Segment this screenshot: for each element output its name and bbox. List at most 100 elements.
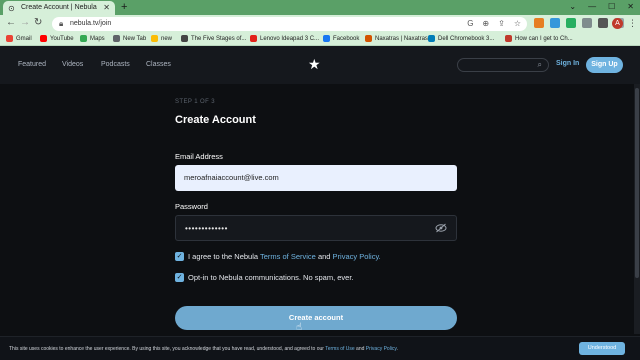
back-icon[interactable]: ←: [6, 17, 16, 28]
step-indicator: STEP 1 OF 3: [175, 99, 215, 105]
optin-checkbox[interactable]: ✓: [175, 273, 184, 282]
bookmark-item[interactable]: Maps: [80, 35, 105, 42]
google-lens-icon[interactable]: G: [467, 19, 473, 28]
cookie-and: and: [354, 346, 366, 352]
tab-close-icon[interactable]: ✕: [103, 3, 110, 12]
email-label: Email Address: [175, 152, 223, 161]
nav-videos[interactable]: Videos: [62, 61, 83, 68]
terms-text: I agree to the Nebula Terms of Service a…: [188, 252, 381, 261]
tab-search-icon[interactable]: ⌄: [569, 2, 576, 11]
lock-icon[interactable]: 🔒︎: [59, 19, 63, 29]
profile-avatar[interactable]: A: [612, 18, 623, 29]
cookie-end: .: [396, 346, 398, 352]
bookmark-star-icon[interactable]: ☆: [514, 19, 521, 28]
zoom-icon[interactable]: ⊕: [482, 19, 489, 28]
understood-button[interactable]: Understood: [579, 342, 625, 355]
browser-toolbar: ← → ↻ 🔒︎ nebula.tv/join G ⊕ ⇪ ☆ A ⋮: [0, 15, 640, 33]
password-field[interactable]: •••••••••••••: [175, 215, 457, 241]
bookmark-favicon-icon: [151, 35, 158, 42]
extension-icon[interactable]: [582, 18, 592, 28]
email-field[interactable]: meroafnaiaccount@live.com: [175, 165, 457, 191]
nebula-logo-icon[interactable]: ★: [308, 56, 321, 73]
bookmark-favicon-icon: [428, 35, 435, 42]
create-account-button[interactable]: Create account: [175, 306, 457, 330]
terms-checkbox[interactable]: ✓: [175, 252, 184, 261]
tab-title: Create Account | Nebula: [21, 4, 97, 11]
maximize-icon[interactable]: ☐: [608, 2, 615, 11]
share-icon[interactable]: ⇪: [498, 19, 505, 28]
url-text: nebula.tv/join: [70, 20, 112, 27]
bookmark-label: New Tab: [123, 35, 147, 42]
bookmark-item[interactable]: Facebook: [323, 35, 359, 42]
bookmark-item[interactable]: Dell Chromebook 3...: [428, 35, 494, 42]
cookie-privacy-link[interactable]: Privacy Policy: [366, 346, 397, 352]
bookmark-item[interactable]: Naxatras | Naxatras: [365, 35, 428, 42]
kebab-menu-icon[interactable]: ⋮: [628, 18, 637, 29]
bookmark-favicon-icon: [365, 35, 372, 42]
site-search-input[interactable]: ⌕: [457, 58, 549, 72]
extensions: [534, 18, 624, 28]
bookmark-item[interactable]: Gmail: [6, 35, 32, 42]
extensions-puzzle-icon[interactable]: [598, 18, 608, 28]
bookmark-favicon-icon: [113, 35, 120, 42]
forward-icon[interactable]: →: [20, 17, 30, 28]
sign-in-link[interactable]: Sign In: [556, 60, 579, 67]
terms-and: and: [315, 252, 333, 261]
email-value: meroafnaiaccount@live.com: [184, 173, 279, 182]
privacy-policy-link[interactable]: Privacy Policy.: [333, 252, 381, 261]
page-title: Create Account: [175, 114, 256, 126]
bookmark-item[interactable]: Lenovo Ideapad 3 C...: [250, 35, 319, 42]
browser-tabstrip: ⊙ Create Account | Nebula ✕ + ⌄ — ☐ ✕: [0, 0, 640, 15]
nav-classes[interactable]: Classes: [146, 61, 171, 68]
bookmark-label: How can I get to Ch...: [515, 35, 573, 42]
bookmark-label: Lenovo Ideapad 3 C...: [260, 35, 320, 42]
bookmarks-bar: Gmail YouTube Maps New Tab new The Five Stage…: [0, 33, 640, 46]
address-bar[interactable]: 🔒︎ nebula.tv/join G ⊕ ⇪ ☆: [52, 17, 527, 31]
password-label: Password: [175, 202, 208, 211]
bookmark-favicon-icon: [40, 35, 47, 42]
bookmark-favicon-icon: [181, 35, 188, 42]
bookmark-item[interactable]: How can I get to Ch...: [505, 35, 573, 42]
page-scrollbar[interactable]: [634, 84, 640, 334]
address-bar-actions: G ⊕ ⇪ ☆: [467, 19, 521, 28]
bookmark-favicon-icon: [80, 35, 87, 42]
bookmark-label: Facebook: [333, 35, 360, 42]
cookie-message: This site uses cookies to enhance the us…: [9, 346, 326, 352]
close-window-icon[interactable]: ✕: [627, 2, 634, 11]
cookie-text: This site uses cookies to enhance the us…: [9, 346, 398, 352]
bookmark-label: YouTube: [50, 35, 74, 42]
bookmark-item[interactable]: New Tab: [113, 35, 146, 42]
optin-text: Opt-in to Nebula communications. No spam…: [188, 273, 354, 282]
bookmark-favicon-icon: [250, 35, 257, 42]
bookmark-label: Naxatras | Naxatras: [375, 35, 428, 42]
bookmark-label: Gmail: [16, 35, 32, 42]
page: Featured Videos Podcasts Classes ★ ⌕ Sig…: [0, 46, 640, 360]
terms-of-service-link[interactable]: Terms of Service: [260, 252, 316, 261]
hide-password-icon[interactable]: [435, 223, 447, 233]
sign-up-button[interactable]: Sign Up: [586, 57, 623, 73]
browser-tab[interactable]: ⊙ Create Account | Nebula ✕: [3, 1, 115, 15]
bookmark-label: new: [161, 35, 173, 42]
terms-of-use-link[interactable]: Terms of Use: [325, 346, 354, 352]
bookmark-item[interactable]: The Five Stages of...: [181, 35, 246, 42]
bookmark-label: Maps: [90, 35, 105, 42]
nav-featured[interactable]: Featured: [18, 61, 46, 68]
nav-podcasts[interactable]: Podcasts: [101, 61, 130, 68]
bookmark-item[interactable]: new: [151, 35, 172, 42]
tab-favicon-icon: ⊙: [8, 4, 15, 13]
cookie-banner: This site uses cookies to enhance the us…: [0, 336, 640, 360]
new-tab-icon[interactable]: +: [121, 1, 127, 13]
bookmark-label: Dell Chromebook 3...: [438, 35, 495, 42]
scrollbar-thumb[interactable]: [635, 88, 639, 278]
reload-icon[interactable]: ↻: [34, 17, 42, 28]
hand-cursor-icon: ☝: [296, 322, 303, 333]
bookmark-label: The Five Stages of...: [191, 35, 247, 42]
site-navbar: Featured Videos Podcasts Classes ★ ⌕ Sig…: [0, 46, 640, 84]
minimize-icon[interactable]: —: [588, 2, 596, 11]
bookmark-item[interactable]: YouTube: [40, 35, 74, 42]
extension-icon[interactable]: [550, 18, 560, 28]
search-icon[interactable]: ⌕: [538, 60, 542, 70]
bookmark-favicon-icon: [323, 35, 330, 42]
extension-icon[interactable]: [566, 18, 576, 28]
extension-icon[interactable]: [534, 18, 544, 28]
